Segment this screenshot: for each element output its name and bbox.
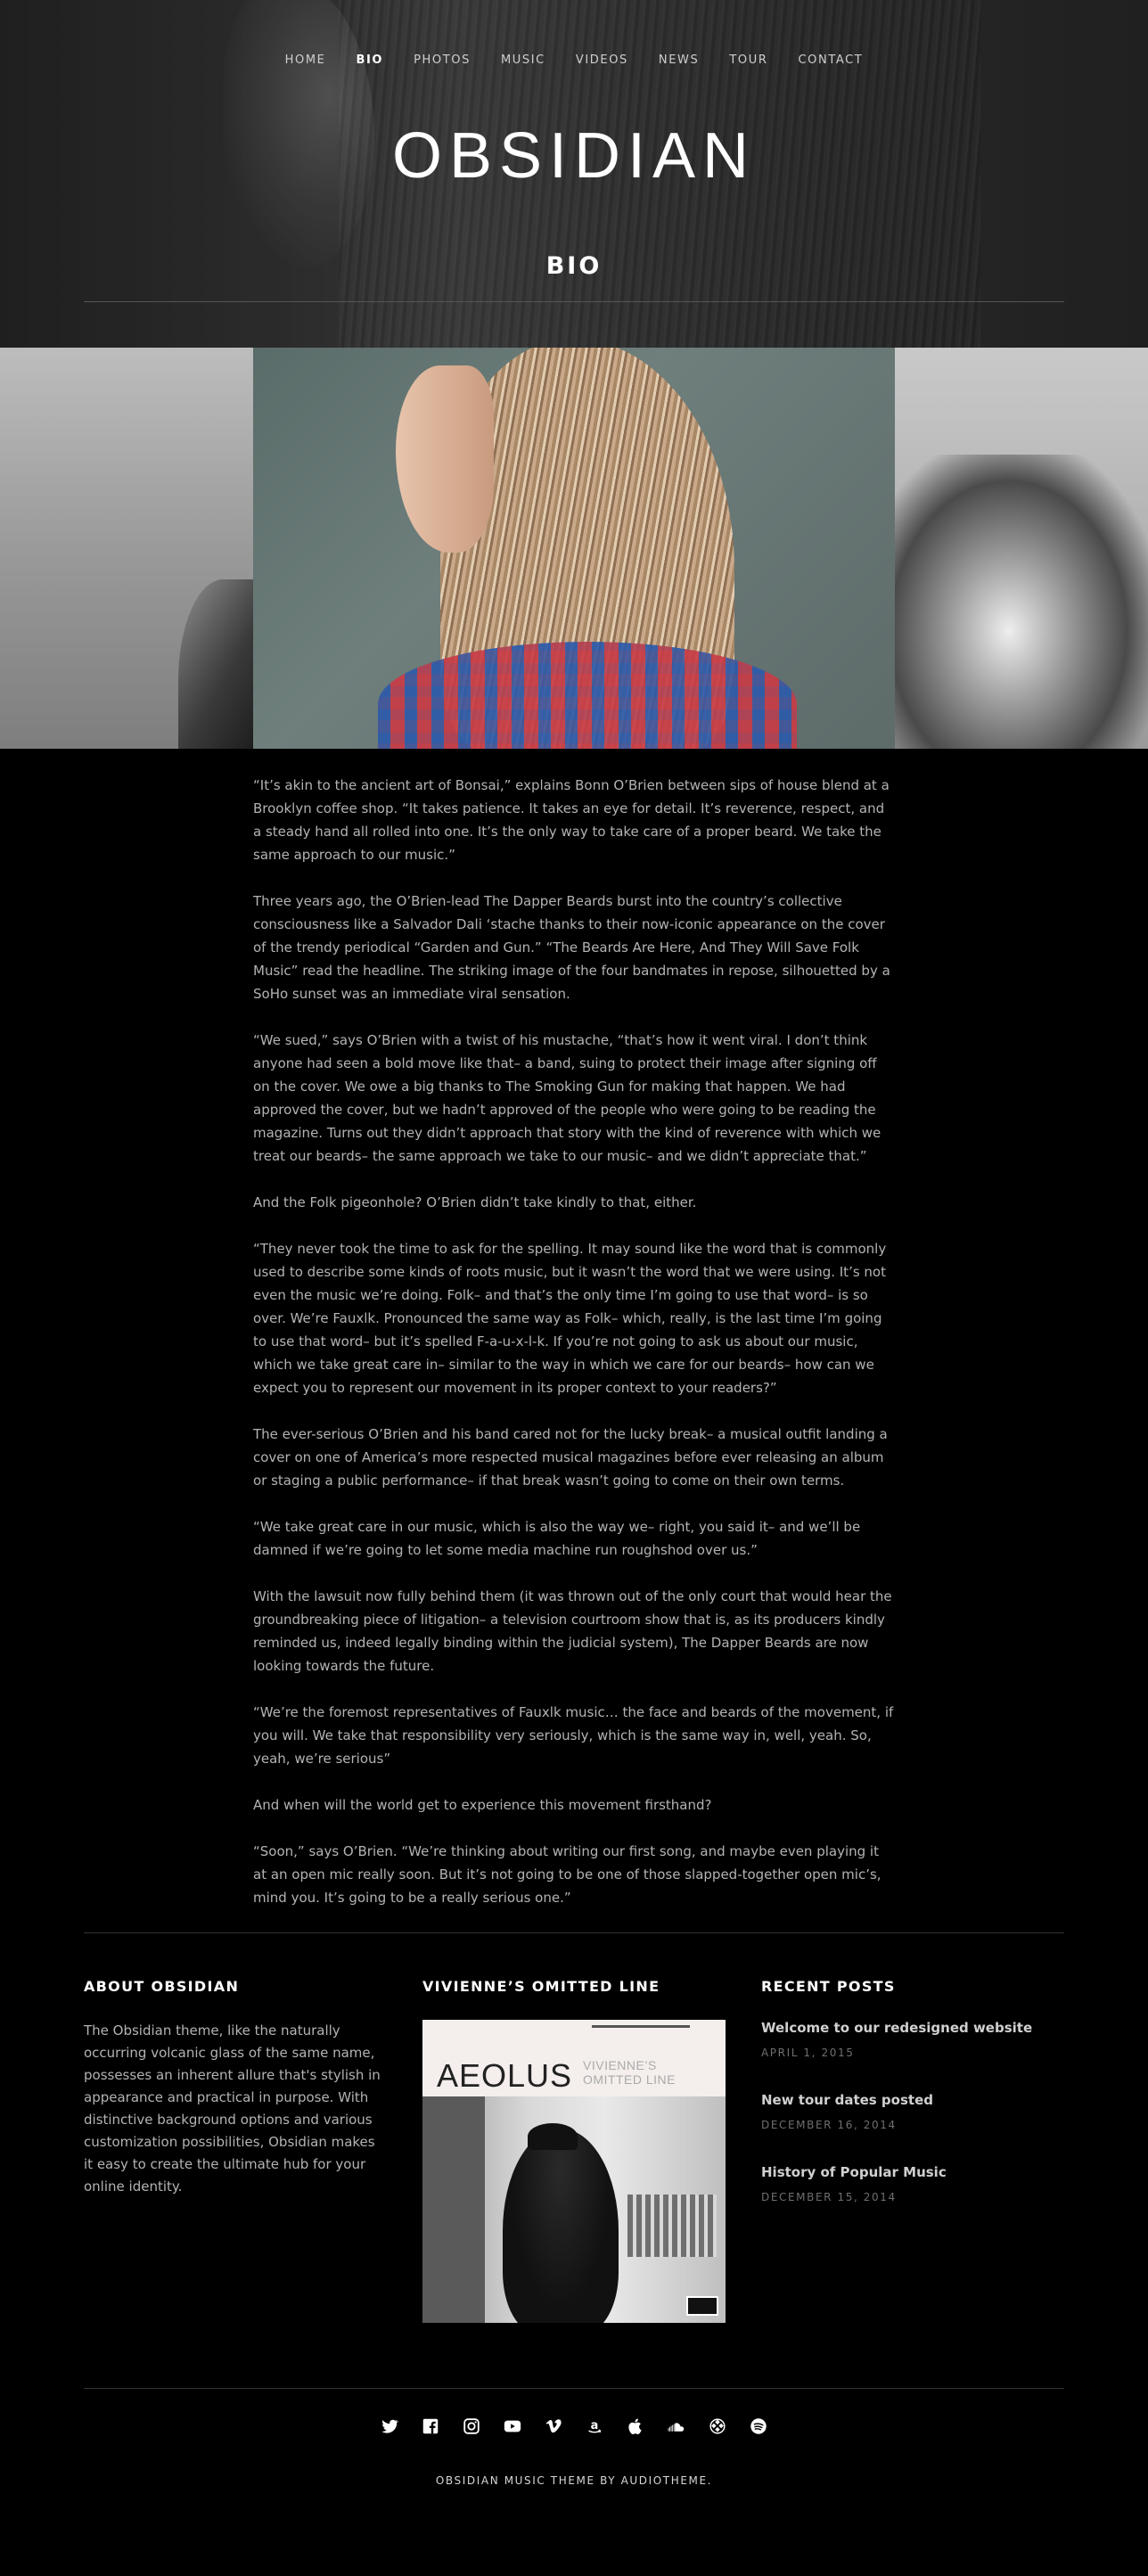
album-cover[interactable]: AEOLUS VIVIENNE’S OMITTED LINE (422, 2020, 726, 2323)
recent-post: History of Popular Music DECEMBER 15, 20… (761, 2164, 1064, 2204)
album-widget-title: VIVIENNE’S OMITTED LINE (422, 1978, 660, 1995)
main-navigation: HOME BIO PHOTOS MUSIC VIDEOS NEWS TOUR C… (0, 53, 1148, 67)
about-widget: ABOUT OBSIDIAN The Obsidian theme, like … (84, 1978, 387, 2198)
tidal-icon[interactable] (708, 2416, 727, 2435)
recent-post-date: DECEMBER 16, 2014 (761, 2119, 897, 2131)
bio-paragraph: “They never took the time to ask for the… (253, 1241, 887, 1396)
about-widget-title: ABOUT OBSIDIAN (84, 1978, 240, 1995)
apple-icon[interactable] (626, 2416, 645, 2435)
nav-tour[interactable]: TOUR (729, 53, 767, 67)
album-widget: VIVIENNE’S OMITTED LINE AEOLUS VIVIENNE’… (422, 1978, 726, 2323)
header-divider (84, 301, 1064, 302)
recent-posts-title: RECENT POSTS (761, 1978, 896, 1995)
site-footer: a OBSIDIAN MUSIC THEME BY AUDIOTHEME. (0, 2389, 1148, 2487)
amazon-icon[interactable]: a (585, 2416, 604, 2435)
recent-post-link[interactable]: Welcome to our redesigned website (761, 2020, 1064, 2036)
footer-widgets: ABOUT OBSIDIAN The Obsidian theme, like … (84, 1933, 1064, 2388)
bio-content: “It’s akin to the ancient art of Bonsai,… (253, 749, 895, 1909)
bio-paragraph: “We sued,” says O’Brien with a twist of … (253, 1032, 882, 1164)
nav-bio[interactable]: BIO (356, 53, 383, 67)
footer-credit[interactable]: OBSIDIAN MUSIC THEME BY AUDIOTHEME. (0, 2435, 1148, 2487)
page-title: BIO (545, 252, 603, 280)
site-header: HOME BIO PHOTOS MUSIC VIDEOS NEWS TOUR C… (0, 0, 1148, 348)
recent-post-date: APRIL 1, 2015 (761, 2047, 855, 2059)
youtube-icon[interactable] (503, 2416, 522, 2435)
social-links: a (0, 2389, 1148, 2435)
about-widget-text: The Obsidian theme, like the naturally o… (84, 2022, 381, 2195)
site-title[interactable]: OBSIDIAN (0, 119, 1148, 193)
bio-paragraph: With the lawsuit now fully behind them (… (253, 1588, 892, 1674)
nav-videos[interactable]: VIDEOS (576, 53, 628, 67)
nav-music[interactable]: MUSIC (501, 53, 545, 67)
vimeo-icon[interactable] (544, 2416, 563, 2435)
bio-paragraph: “Soon,” says O’Brien. “We’re thinking ab… (253, 1843, 882, 1906)
bio-paragraph: And when will the world get to experienc… (253, 1797, 712, 1813)
recent-post: Welcome to our redesigned website APRIL … (761, 2020, 1064, 2060)
soundcloud-icon[interactable] (667, 2416, 686, 2435)
recent-posts-widget: RECENT POSTS Welcome to our redesigned w… (761, 1978, 1064, 2236)
nav-contact[interactable]: CONTACT (799, 53, 864, 67)
bio-paragraph: Three years ago, the O’Brien-lead The Da… (253, 893, 890, 1002)
spotify-icon[interactable] (749, 2416, 768, 2435)
featured-portrait (253, 348, 895, 749)
nav-home[interactable]: HOME (285, 53, 326, 67)
nav-news[interactable]: NEWS (659, 53, 699, 67)
album-cover-photo (422, 2096, 726, 2323)
bio-paragraph: And the Folk pigeonhole? O’Brien didn’t … (253, 1194, 697, 1210)
album-cover-subtitle: VIVIENNE’S OMITTED LINE (583, 2058, 676, 2087)
bio-paragraph: “It’s akin to the ancient art of Bonsai,… (253, 777, 890, 863)
recent-post: New tour dates posted DECEMBER 16, 2014 (761, 2092, 1064, 2132)
twitter-icon[interactable] (380, 2416, 399, 2435)
bio-paragraph: “We take great care in our music, which … (253, 1519, 861, 1558)
recent-post-link[interactable]: New tour dates posted (761, 2092, 1064, 2108)
label-logo-icon (686, 2296, 718, 2316)
instagram-icon[interactable] (462, 2416, 481, 2435)
bio-banner-image (0, 348, 1148, 749)
facebook-icon[interactable] (421, 2416, 440, 2435)
bio-paragraph: “We’re the foremost representatives of F… (253, 1704, 894, 1767)
album-cover-title: AEOLUS (437, 2057, 573, 2094)
svg-text:a: a (591, 2418, 599, 2432)
recent-post-link[interactable]: History of Popular Music (761, 2164, 1064, 2180)
bio-paragraph: The ever-serious O’Brien and his band ca… (253, 1426, 888, 1489)
recent-post-date: DECEMBER 15, 2014 (761, 2191, 897, 2203)
nav-photos[interactable]: PHOTOS (414, 53, 471, 67)
